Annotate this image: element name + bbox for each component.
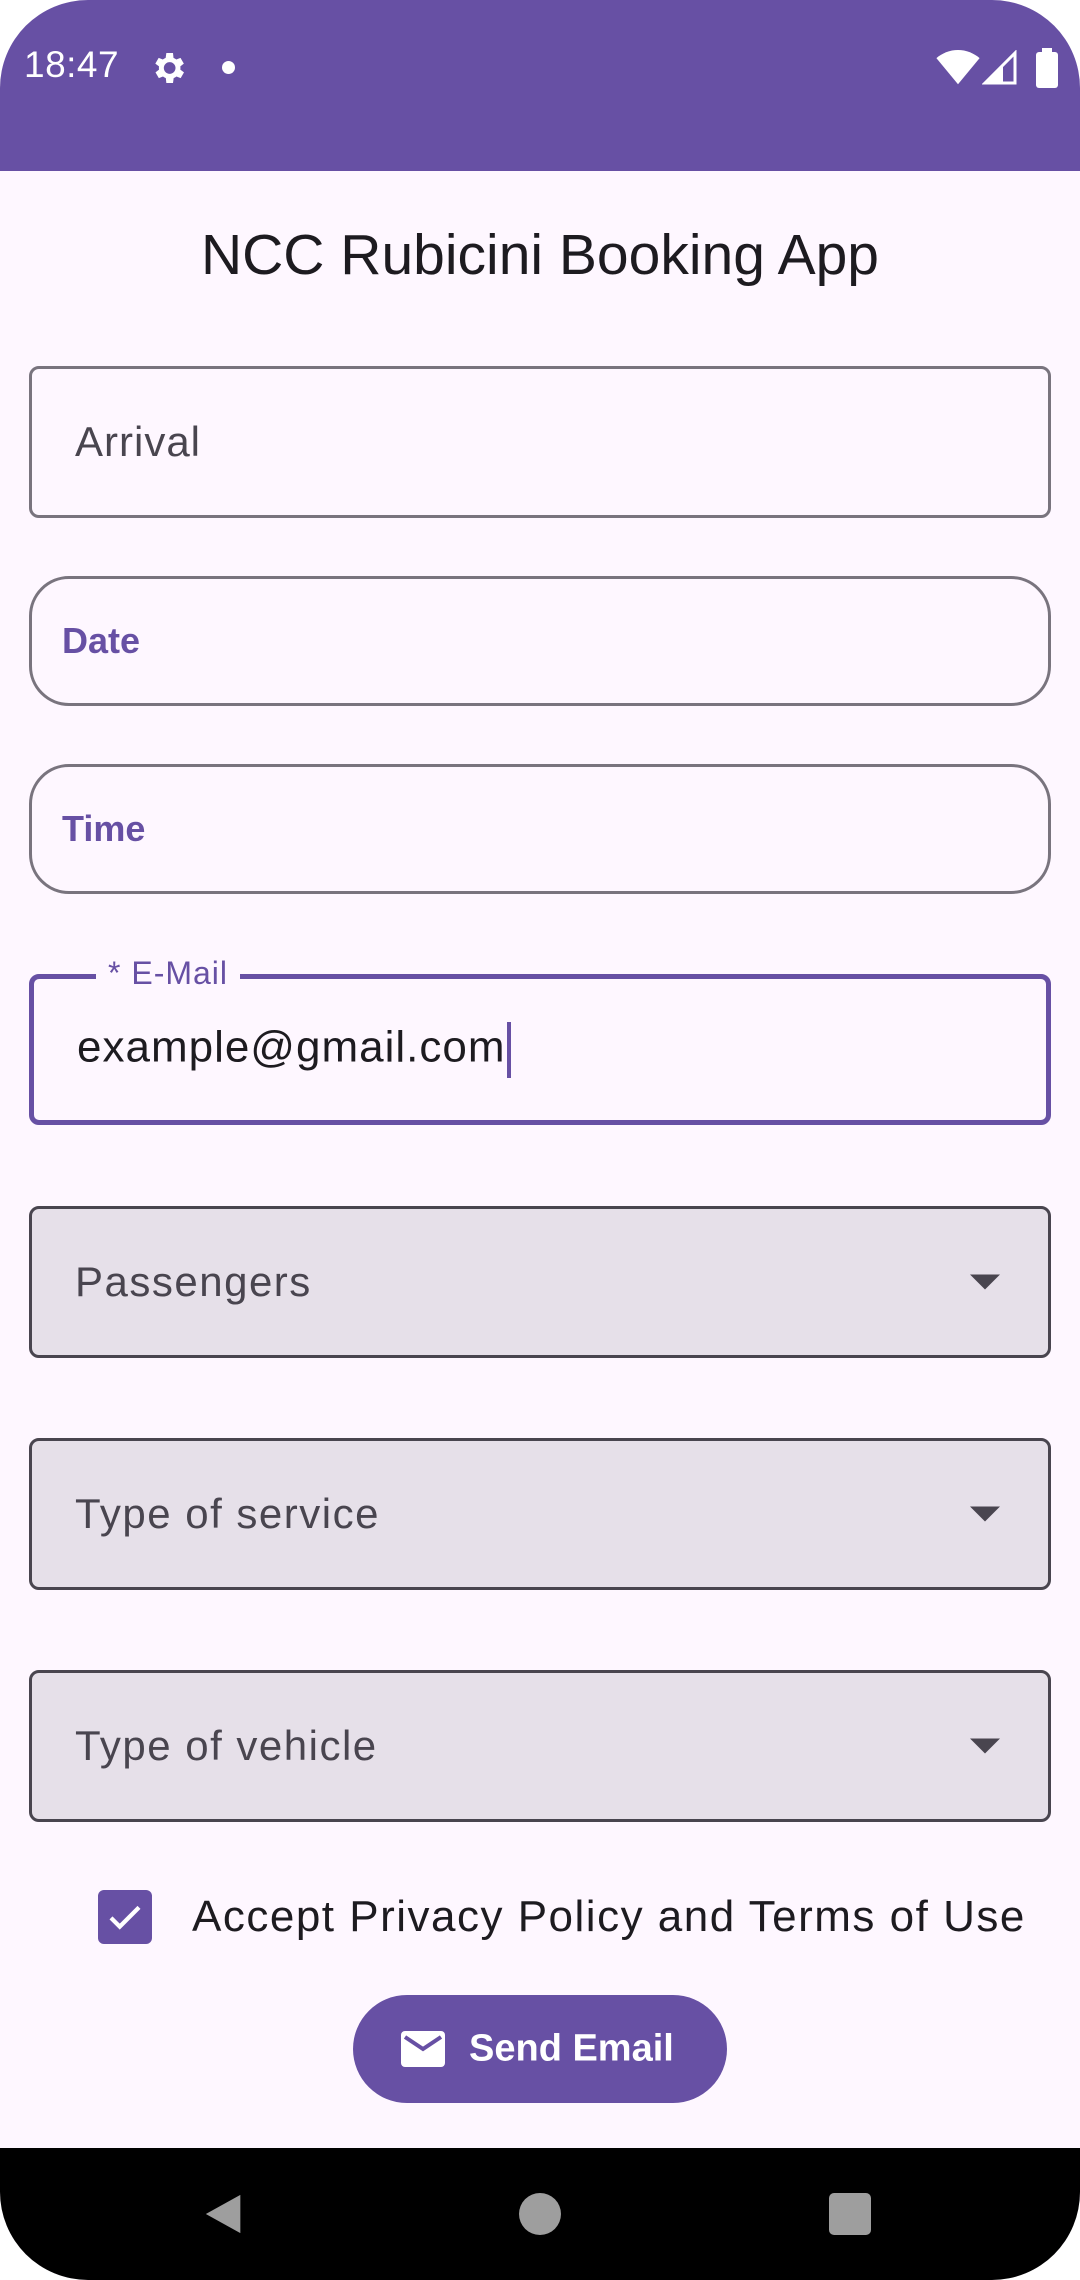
notification-dot-icon (222, 61, 235, 74)
home-icon[interactable] (519, 2193, 561, 2235)
status-time: 18:47 (24, 44, 120, 85)
time-field[interactable]: Time (29, 764, 1051, 894)
email-value: example@gmail.com (77, 1022, 506, 1072)
email-input[interactable]: example@gmail.com (77, 1021, 512, 1078)
navigation-bar (0, 2148, 1080, 2280)
status-bar: 18:47 (0, 0, 1080, 171)
page-title: NCC Rubicini Booking App (200, 223, 880, 287)
arrival-placeholder: Arrival (75, 418, 202, 465)
vehicle-type-dropdown[interactable]: Type of vehicle (29, 1670, 1051, 1822)
wifi-icon (936, 50, 980, 85)
battery-icon (1036, 48, 1058, 88)
recents-icon[interactable] (829, 2193, 871, 2235)
gear-icon (155, 53, 184, 83)
checkmark-icon (109, 1905, 141, 1930)
dropdown-arrow-icon (970, 1506, 1000, 1522)
date-label: Date (62, 620, 141, 661)
send-email-label: Send Email (469, 2027, 674, 2070)
dropdown-arrow-icon (970, 1738, 1000, 1754)
dropdown-arrow-icon (970, 1274, 1000, 1290)
signal-icon (982, 50, 1017, 85)
service-type-dropdown[interactable]: Type of service (29, 1438, 1051, 1590)
email-label: * E-Mail (96, 955, 241, 992)
privacy-checkbox[interactable] (98, 1890, 152, 1944)
screen: 18:47 NCC Rubicini Booking App Arrival D… (0, 0, 1080, 2280)
privacy-label[interactable]: Accept Privacy Policy and Terms of Use (192, 1892, 1026, 1942)
mail-icon (401, 2031, 445, 2067)
send-email-button[interactable]: Send Email (353, 1995, 727, 2103)
back-icon[interactable] (202, 2191, 248, 2237)
email-field[interactable]: * E-Mail example@gmail.com (29, 955, 1051, 1125)
arrival-field[interactable]: Arrival (29, 366, 1051, 518)
passengers-label: Passengers (75, 1258, 312, 1305)
text-cursor (507, 1021, 512, 1078)
service-type-label: Type of service (75, 1490, 380, 1537)
time-label: Time (62, 808, 146, 849)
passengers-dropdown[interactable]: Passengers (29, 1206, 1051, 1358)
vehicle-type-label: Type of vehicle (75, 1722, 378, 1769)
date-field[interactable]: Date (29, 576, 1051, 706)
